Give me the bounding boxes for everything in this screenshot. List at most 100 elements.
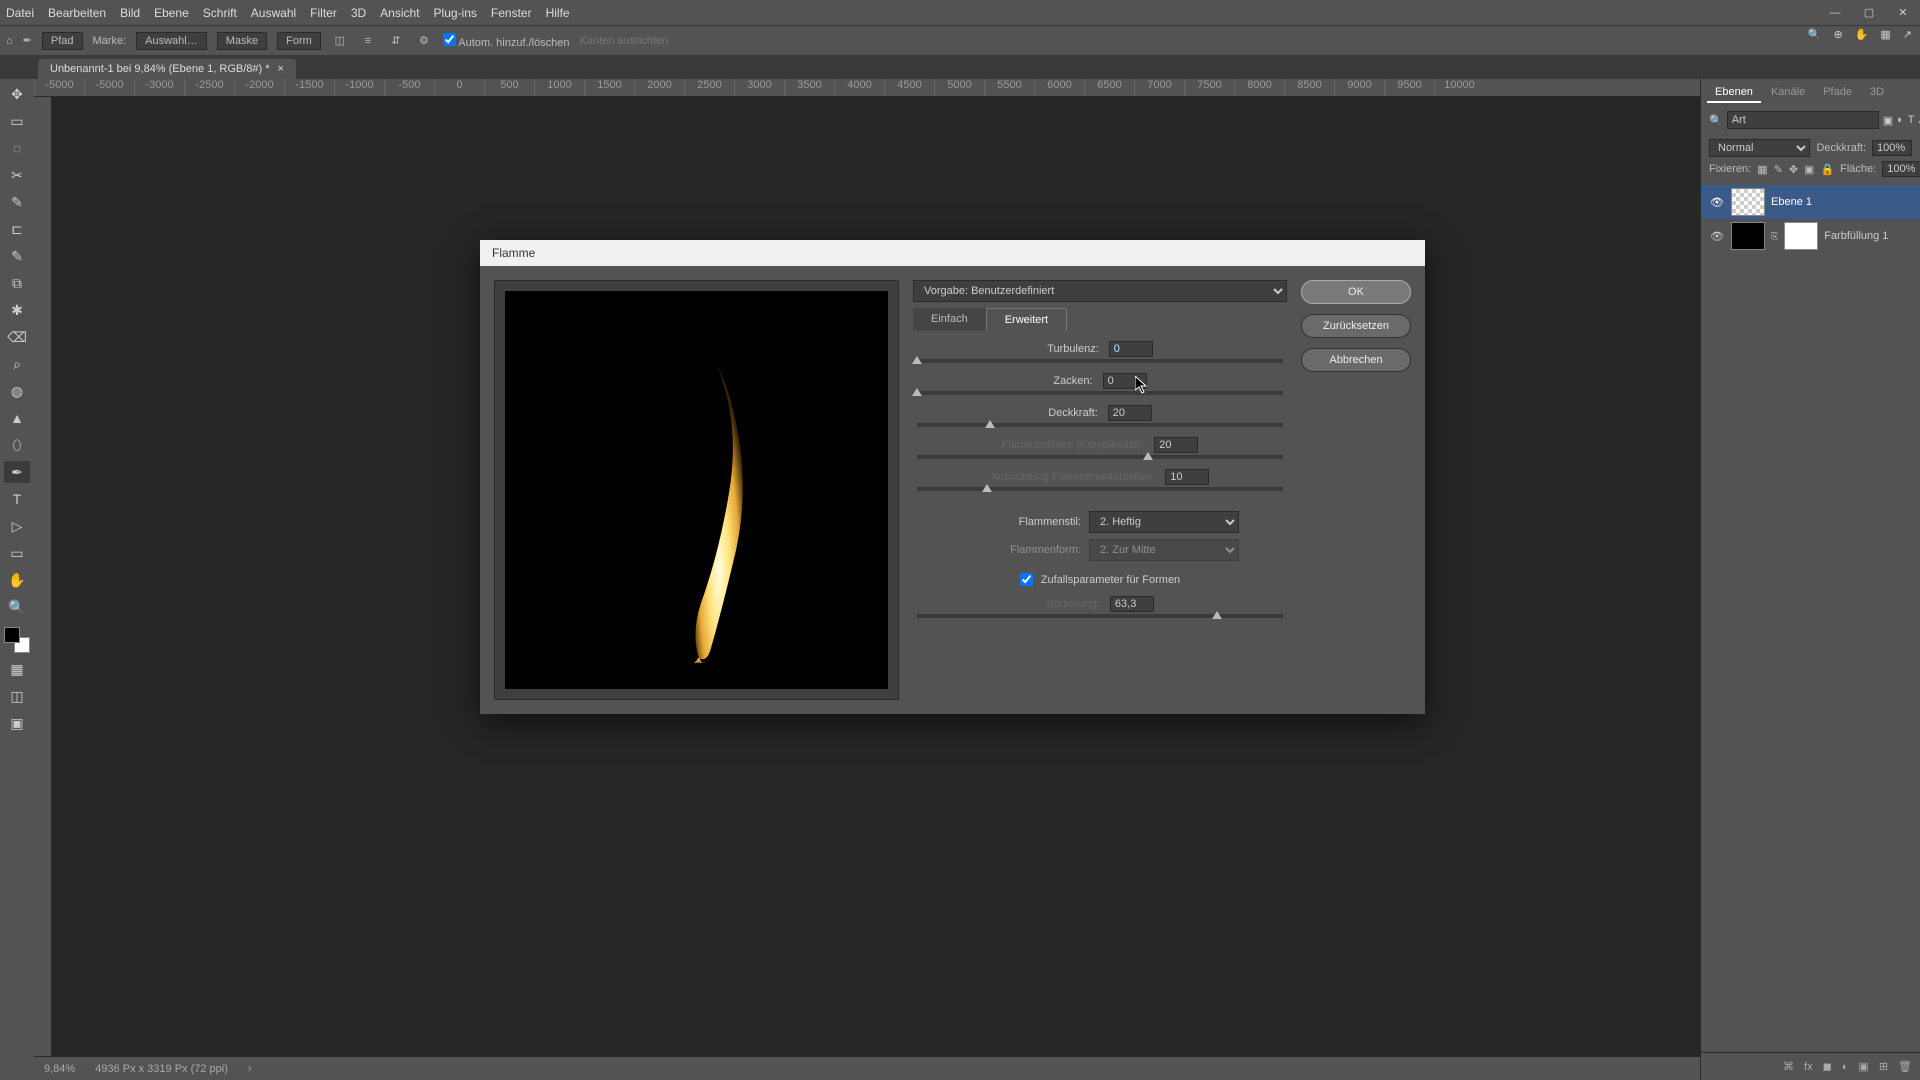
status-chevron-icon[interactable]: ›	[248, 1063, 252, 1075]
adjust-icon[interactable]: ◐	[1842, 1061, 1849, 1073]
tool-4[interactable]: ✎	[4, 191, 30, 213]
menu-3d[interactable]: 3D	[351, 6, 366, 20]
deck-value[interactable]: 20	[1108, 405, 1152, 421]
filter-image-icon[interactable]: ▣	[1883, 111, 1893, 129]
ok-button[interactable]: OK	[1301, 280, 1411, 304]
reset-button[interactable]: Zurücksetzen	[1301, 314, 1411, 338]
lock-move-icon[interactable]: ✥	[1789, 163, 1798, 176]
tool-6[interactable]: ✎	[4, 245, 30, 267]
filter-type-icon[interactable]: T	[1908, 111, 1915, 129]
filter-adjust-icon[interactable]: ◐	[1897, 111, 1904, 129]
zoom-level[interactable]: 9,84%	[44, 1063, 75, 1075]
mask-button[interactable]: Maske	[217, 32, 267, 50]
random-params-checkbox[interactable]	[1020, 573, 1033, 586]
arrange-icon[interactable]: ⇵	[387, 32, 405, 50]
new-layer-icon[interactable]: ⊞	[1879, 1060, 1888, 1073]
tool-extra[interactable]: ▦	[4, 658, 30, 680]
auto-add-checkbox[interactable]	[443, 33, 456, 46]
tool-14[interactable]: ✒	[4, 461, 30, 483]
menu-auswahl[interactable]: Auswahl	[251, 6, 296, 20]
lock-all-icon[interactable]: 🔒	[1820, 163, 1834, 176]
tool-extra[interactable]: ▣	[4, 712, 30, 734]
home-icon[interactable]: ⌂	[6, 35, 13, 47]
lock-position-icon[interactable]: ✎	[1774, 163, 1783, 176]
tool-5[interactable]: ⊏	[4, 218, 30, 240]
menu-bearbeiten[interactable]: Bearbeiten	[48, 6, 106, 20]
color-swatches[interactable]	[4, 627, 30, 653]
mode-select[interactable]: Pfad	[42, 32, 83, 50]
mask-icon[interactable]: ◼	[1823, 1060, 1832, 1073]
panel-tab-ebenen[interactable]: Ebenen	[1707, 83, 1761, 103]
lock-artboard-icon[interactable]: ▣	[1804, 163, 1814, 176]
tool-10[interactable]: ⌕	[4, 353, 30, 375]
menu-plug-ins[interactable]: Plug-ins	[434, 6, 477, 20]
preset-select[interactable]: Vorgabe: Benutzerdefiniert	[913, 280, 1287, 302]
search-icon[interactable]: 🔍	[1808, 28, 1822, 41]
layer-row[interactable]: 👁⎘Farbfüllung 1	[1701, 219, 1920, 253]
flame-style-select[interactable]: 2. Heftig	[1089, 511, 1239, 533]
ruler-tick: 9000	[1334, 79, 1384, 96]
deck-slider[interactable]	[917, 423, 1283, 427]
visibility-icon[interactable]: 👁	[1709, 230, 1725, 243]
panel-tab-kanäle[interactable]: Kanäle	[1763, 83, 1813, 103]
fill-input[interactable]	[1882, 161, 1920, 177]
menu-ansicht[interactable]: Ansicht	[380, 6, 419, 20]
fx-icon[interactable]: fx	[1804, 1061, 1813, 1073]
tab-advanced[interactable]: Erweitert	[986, 308, 1067, 331]
workspace-icon[interactable]: ▦	[1880, 28, 1890, 41]
lock-pixels-icon[interactable]: ▦	[1757, 163, 1767, 176]
tool-12[interactable]: ▲	[4, 407, 30, 429]
minimize-button[interactable]: —	[1818, 0, 1852, 25]
align-icon[interactable]: ≡	[359, 32, 377, 50]
layer-row[interactable]: 👁Ebene 1	[1701, 185, 1920, 219]
layer-filter-input[interactable]	[1727, 111, 1879, 129]
panel-tab-3d[interactable]: 3D	[1862, 83, 1892, 103]
turb-value[interactable]: 0	[1109, 341, 1153, 357]
tool-15[interactable]: T	[4, 488, 30, 510]
hand-icon[interactable]: ✋	[1855, 28, 1869, 41]
maximize-button[interactable]: ▢	[1852, 0, 1886, 25]
opacity-input[interactable]	[1872, 140, 1912, 156]
menu-filter[interactable]: Filter	[310, 6, 337, 20]
share-icon[interactable]: ↗	[1903, 28, 1912, 41]
zack-value[interactable]: 0	[1103, 373, 1147, 389]
menu-datei[interactable]: Datei	[6, 6, 34, 20]
group-icon[interactable]: ▣	[1858, 1060, 1868, 1073]
tool-13[interactable]: ⬯	[4, 434, 30, 456]
tool-16[interactable]: ▷	[4, 515, 30, 537]
panel-tab-pfade[interactable]: Pfade	[1815, 83, 1860, 103]
zack-slider[interactable]	[917, 391, 1283, 395]
menu-schrift[interactable]: Schrift	[203, 6, 237, 20]
tool-0[interactable]: ✥	[4, 83, 30, 105]
menu-bild[interactable]: Bild	[120, 6, 140, 20]
tab-simple[interactable]: Einfach	[913, 308, 986, 331]
tool-19[interactable]: 🔍	[4, 596, 30, 618]
tool-7[interactable]: ⧉	[4, 272, 30, 294]
link-icon[interactable]: ⌘	[1783, 1060, 1794, 1073]
visibility-icon[interactable]: 👁	[1709, 196, 1725, 209]
document-tab[interactable]: Unbenannt-1 bei 9,84% (Ebene 1, RGB/8#) …	[38, 59, 296, 79]
tool-extra[interactable]: ◫	[4, 685, 30, 707]
turb-slider[interactable]	[917, 359, 1283, 363]
tool-17[interactable]: ▭	[4, 542, 30, 564]
tool-11[interactable]: ◍	[4, 380, 30, 402]
gear-icon[interactable]: ⚙	[415, 32, 433, 50]
cancel-button[interactable]: Abbrechen	[1301, 348, 1411, 372]
tool-2[interactable]: ◌	[4, 137, 30, 159]
tool-18[interactable]: ✋	[4, 569, 30, 591]
path-ops-icon[interactable]: ◫	[331, 32, 349, 50]
menu-ebene[interactable]: Ebene	[154, 6, 189, 20]
shape-button[interactable]: Form	[277, 32, 321, 50]
menu-fenster[interactable]: Fenster	[491, 6, 532, 20]
blend-mode-select[interactable]: Normal	[1709, 139, 1810, 157]
trash-icon[interactable]: 🗑	[1898, 1060, 1912, 1073]
tool-9[interactable]: ⌫	[4, 326, 30, 348]
menu-hilfe[interactable]: Hilfe	[546, 6, 570, 20]
close-tab-icon[interactable]: ×	[278, 63, 284, 75]
tool-1[interactable]: ▭	[4, 110, 30, 132]
tool-8[interactable]: ✱	[4, 299, 30, 321]
close-button[interactable]: ✕	[1886, 0, 1920, 25]
selection-button[interactable]: Auswahl…	[136, 32, 207, 50]
tool-3[interactable]: ✂	[4, 164, 30, 186]
zoom-icon[interactable]: ⊕	[1833, 28, 1842, 41]
